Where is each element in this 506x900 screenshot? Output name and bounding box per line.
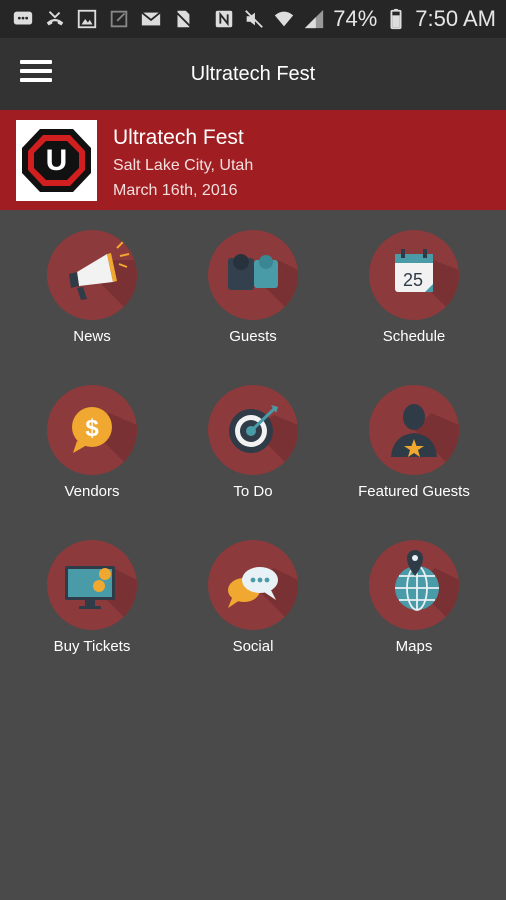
app-bar: Ultratech Fest xyxy=(0,38,506,110)
clock: 7:50 AM xyxy=(415,6,496,31)
guests-tile[interactable]: Guests xyxy=(173,210,333,360)
app-title: Ultratech Fest xyxy=(190,63,316,85)
calendar-icon: 25 xyxy=(369,230,459,320)
no-sim-icon xyxy=(172,8,194,30)
battery-icon xyxy=(385,8,407,30)
battery-percent: 74% xyxy=(333,6,378,31)
nfc-icon xyxy=(213,8,235,30)
maps-label: Maps xyxy=(395,638,433,655)
buy-tickets-tile[interactable]: Buy Tickets xyxy=(12,520,172,670)
status-bar: 74% 7:50 AM xyxy=(0,0,506,38)
signal-icon xyxy=(303,8,325,30)
featured-guests-tile[interactable]: Featured Guests xyxy=(334,365,494,515)
social-label: Social xyxy=(232,638,274,655)
news-label: News xyxy=(73,328,111,345)
todo-label: To Do xyxy=(233,483,273,500)
svg-text:$: $ xyxy=(85,415,99,442)
missed-call-icon xyxy=(44,8,66,30)
people-icon xyxy=(208,230,298,320)
guests-label: Guests xyxy=(229,328,277,345)
featured-guests-label: Featured Guests xyxy=(358,483,470,500)
maps-tile[interactable]: Maps xyxy=(334,520,494,670)
buy-tickets-label: Buy Tickets xyxy=(53,638,131,655)
social-tile[interactable]: Social xyxy=(173,520,333,670)
dollar-coin-icon: $ xyxy=(47,385,137,475)
chat-bubbles-icon xyxy=(208,540,298,630)
event-logo: U xyxy=(16,120,97,201)
schedule-label: Schedule xyxy=(382,328,446,345)
event-banner: U Ultratech Fest Salt Lake City, Utah Ma… xyxy=(0,110,506,210)
external-link-icon xyxy=(108,8,130,30)
todo-tile[interactable]: To Do xyxy=(173,365,333,515)
wifi-icon xyxy=(273,8,295,30)
news-tile[interactable]: News xyxy=(12,210,172,360)
monitor-coins-icon xyxy=(47,540,137,630)
event-date: March 16th, 2016 xyxy=(113,182,238,199)
schedule-tile[interactable]: 25 Schedule xyxy=(334,210,494,360)
mute-icon xyxy=(243,8,265,30)
vendors-label: Vendors xyxy=(64,483,120,500)
featured-person-icon xyxy=(369,385,459,475)
target-icon xyxy=(208,385,298,475)
megaphone-icon xyxy=(47,230,137,320)
gallery-icon xyxy=(76,8,98,30)
message-icon xyxy=(12,8,34,30)
vendors-tile[interactable]: $ Vendors xyxy=(12,365,172,515)
globe-pin-icon xyxy=(369,540,459,630)
email-icon xyxy=(140,8,162,30)
logo-letter: U xyxy=(46,144,68,177)
event-name: Ultratech Fest xyxy=(113,126,244,149)
hamburger-menu-icon[interactable] xyxy=(20,60,52,86)
event-location: Salt Lake City, Utah xyxy=(113,157,254,174)
calendar-day: 25 xyxy=(403,270,423,290)
